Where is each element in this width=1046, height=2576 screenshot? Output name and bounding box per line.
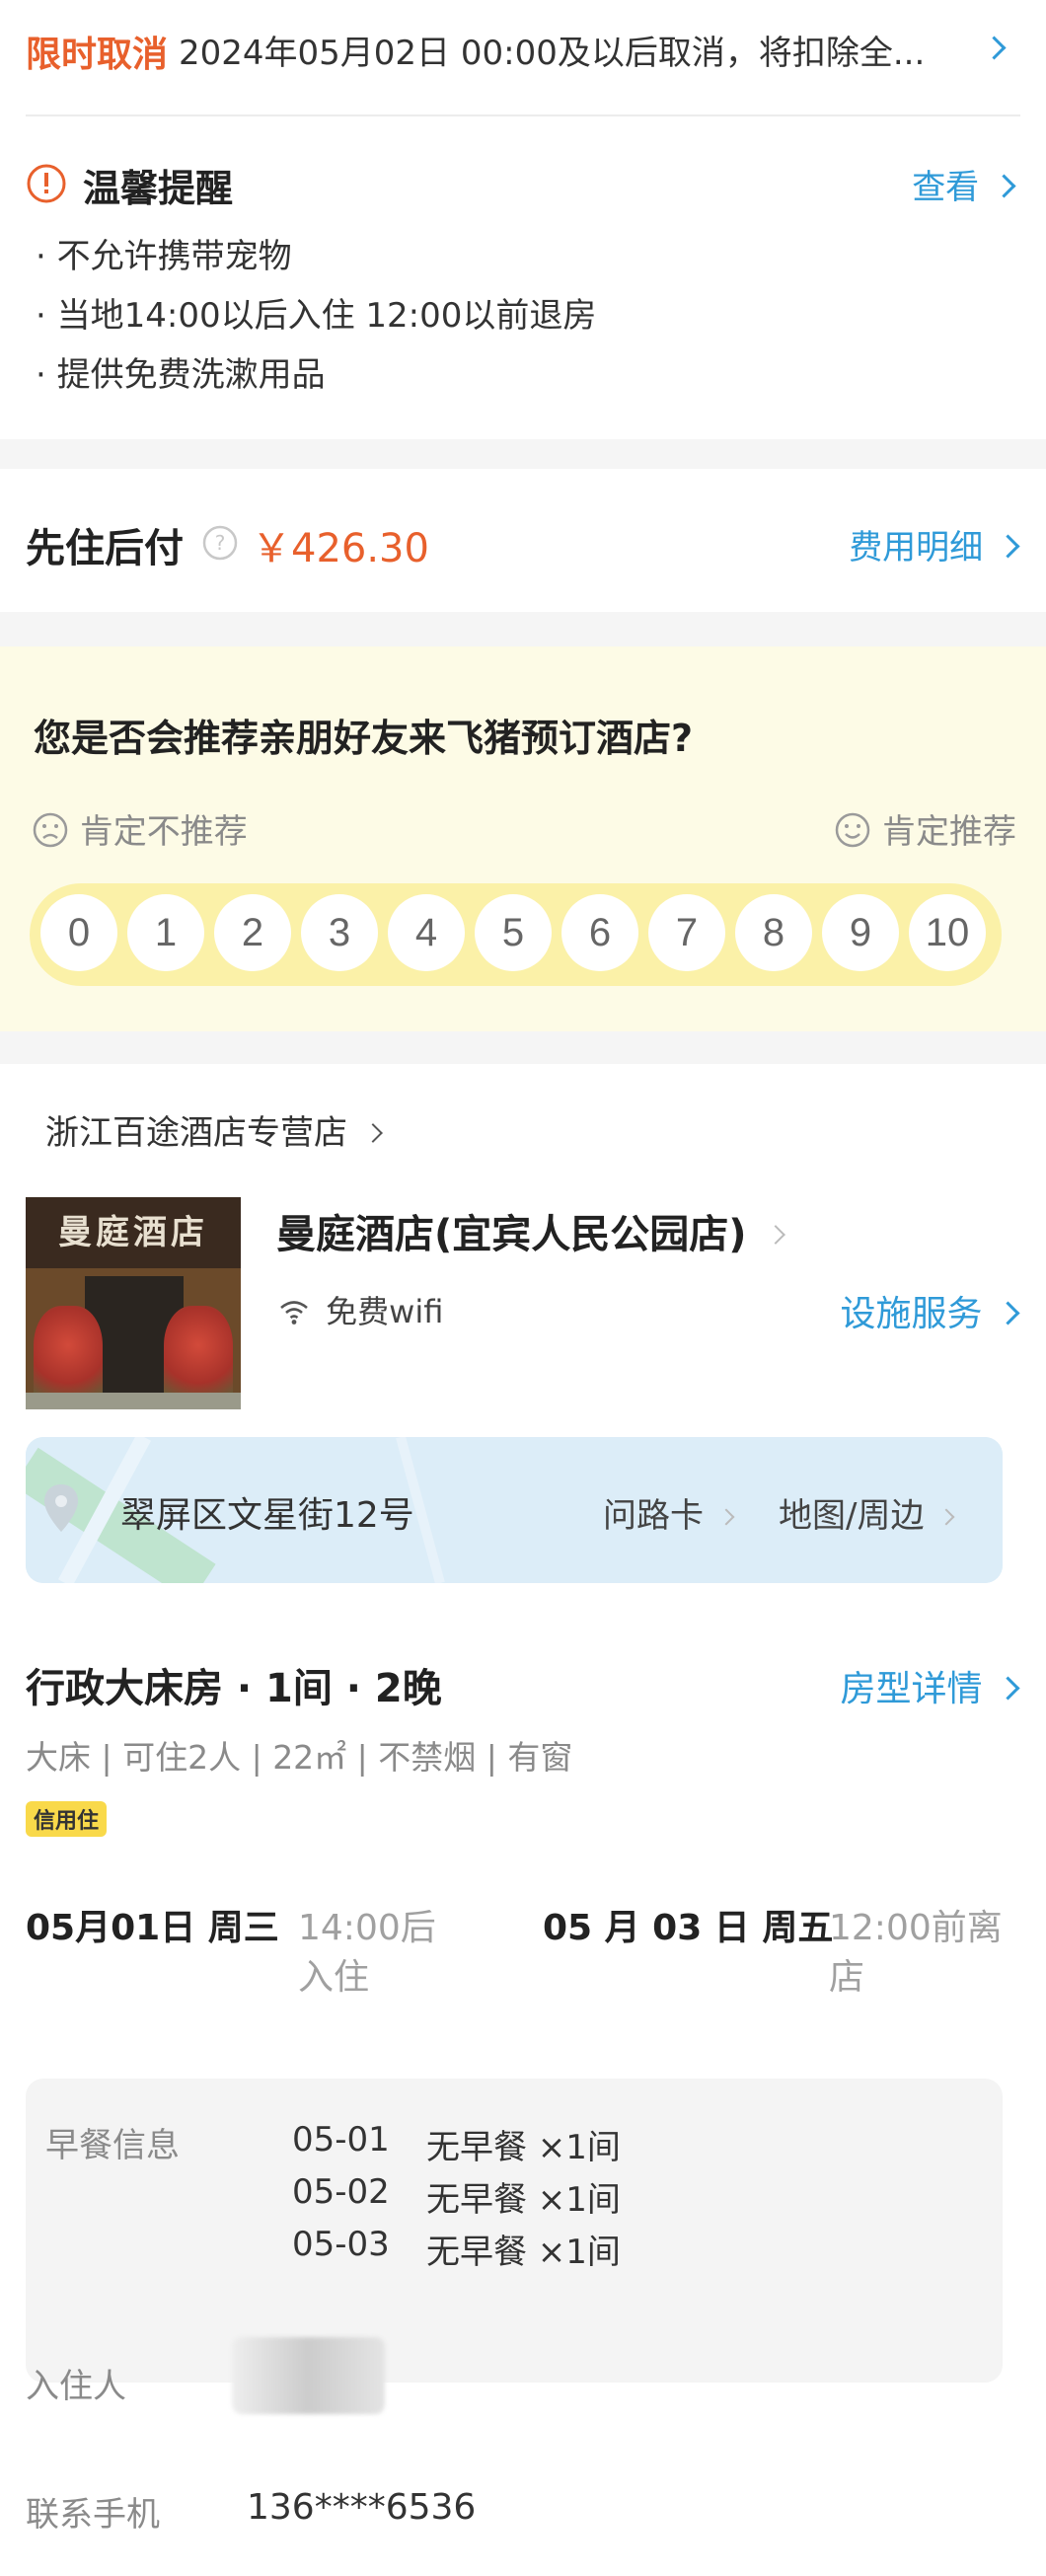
- wifi-amenity: 免费wifi: [278, 1287, 443, 1332]
- fee-detail-label: 费用明细: [849, 528, 984, 568]
- breakfast-date: 05-01: [292, 2120, 390, 2159]
- pavement: [26, 1393, 241, 1409]
- wifi-text: 免费wifi: [326, 1293, 444, 1330]
- chevron-right-icon: [982, 36, 1007, 60]
- payment-label: 先住后付: [26, 526, 184, 571]
- breakfast-date: 05-02: [292, 2172, 390, 2212]
- score-option-2[interactable]: 2: [214, 894, 291, 971]
- room-title: 行政大床房 · 1间 · 2晚: [26, 1666, 442, 1711]
- score-option-10[interactable]: 10: [909, 894, 986, 971]
- recommend-survey: 您是否会推荐亲朋好友来飞猪预订酒店? 肯定不推荐 肯定推荐 0 1 2 3 4 …: [0, 646, 1046, 1031]
- map-nearby-link[interactable]: 地图/周边: [779, 1488, 955, 1537]
- svg-text:?: ?: [215, 531, 226, 555]
- notice-view-link[interactable]: 查看: [912, 160, 1016, 208]
- facilities-label: 设施服务: [840, 1294, 983, 1334]
- chevron-right-icon: [992, 174, 1016, 198]
- breakfast-desc: 无早餐 ×1间: [426, 2180, 621, 2220]
- notice-item: · 当地14:00以后入住 12:00以前退房: [36, 296, 597, 336]
- hotel-order-section: 浙江百途酒店专营店 曼庭酒店 曼庭酒店(宜宾人民公园店) 免费wifi 设施服务: [0, 1064, 1046, 2576]
- notice-title: 温馨提醒: [83, 167, 234, 210]
- notice-item: · 不允许携带宠物: [36, 237, 292, 276]
- breakfast-label: 早餐信息: [45, 2126, 180, 2165]
- checkout-label: 店: [829, 1957, 865, 1998]
- hotel-name: 曼庭酒店(宜宾人民公园店): [276, 1212, 747, 1257]
- chevron-right-icon: [996, 1301, 1020, 1326]
- divider: [26, 114, 1020, 116]
- survey-low-label: 肯定不推荐: [32, 804, 248, 853]
- score-option-6[interactable]: 6: [561, 894, 638, 971]
- guest-name-redacted: [232, 2337, 385, 2414]
- direction-card-link[interactable]: 问路卡: [603, 1488, 735, 1537]
- breakfast-desc: 无早餐 ×1间: [426, 2233, 621, 2272]
- help-icon[interactable]: ?: [201, 524, 239, 562]
- survey-question: 您是否会推荐亲朋好友来飞猪预订酒店?: [34, 717, 694, 760]
- room-detail-link[interactable]: 房型详情: [840, 1660, 1020, 1711]
- score-option-0[interactable]: 0: [40, 894, 117, 971]
- hotel-address: 翠屏区文星街12号: [120, 1495, 414, 1536]
- chevron-right-icon: [362, 1123, 383, 1143]
- facilities-link[interactable]: 设施服务: [840, 1285, 1020, 1336]
- cancel-tag: 限时取消: [26, 35, 169, 75]
- notice-header: 温馨提醒 查看: [26, 158, 1016, 213]
- checkout-date: 05 月 03 日 周五: [543, 1908, 834, 1948]
- address-map-card[interactable]: 翠屏区文星街12号 问路卡 地图/周边: [26, 1437, 1003, 1583]
- map-nearby-label: 地图/周边: [779, 1496, 925, 1536]
- contact-phone: 136****6536: [247, 2487, 477, 2528]
- checkin-date: 05月01日 周三: [26, 1908, 279, 1948]
- payment-section: 先住后付 ? ￥426.30 费用明细: [0, 469, 1046, 612]
- guest-label: 入住人: [26, 2367, 126, 2406]
- chevron-right-icon: [996, 1676, 1020, 1701]
- score-option-7[interactable]: 7: [648, 894, 725, 971]
- breakfast-desc: 无早餐 ×1间: [426, 2128, 621, 2167]
- notice-item: · 提供免费洗漱用品: [36, 355, 326, 395]
- cancel-text: 2024年05月02日 00:00及以后取消，将扣除全...: [179, 34, 926, 73]
- fee-detail-link[interactable]: 费用明细: [849, 520, 1020, 568]
- payment-price: ￥426.30: [252, 526, 429, 571]
- score-option-9[interactable]: 9: [822, 894, 899, 971]
- score-option-8[interactable]: 8: [735, 894, 812, 971]
- shop-name: 浙江百途酒店专营店: [45, 1113, 347, 1153]
- hotel-sign: 曼庭酒店: [26, 1197, 241, 1268]
- hotel-name-link[interactable]: 曼庭酒店(宜宾人民公园店): [276, 1202, 785, 1259]
- direction-card-label: 问路卡: [603, 1496, 704, 1536]
- chevron-right-icon: [765, 1225, 785, 1245]
- chevron-right-icon: [717, 1508, 735, 1526]
- breakfast-info-card: 早餐信息 05-01 无早餐 ×1间 05-02 无早餐 ×1间 05-03 无…: [26, 2079, 1003, 2383]
- policy-section: 限时取消 2024年05月02日 00:00及以后取消，将扣除全... 温馨提醒…: [0, 0, 1046, 439]
- checkin-time: 14:00后: [298, 1908, 436, 1948]
- hotel-sign-text: 曼庭酒店: [58, 1213, 208, 1252]
- score-scale: 0 1 2 3 4 5 6 7 8 9 10: [30, 883, 1002, 986]
- credit-stay-tag: 信用住: [26, 1801, 108, 1837]
- score-option-3[interactable]: 3: [301, 894, 378, 971]
- smile-face-icon: [835, 812, 870, 848]
- location-pin-icon: [44, 1484, 78, 1532]
- hotel-photo[interactable]: 曼庭酒店: [26, 1197, 241, 1409]
- checkin-label: 入住: [298, 1957, 370, 1998]
- survey-high-text: 肯定推荐: [882, 812, 1016, 852]
- survey-low-text: 肯定不推荐: [79, 812, 248, 852]
- room-specs: 大床 | 可住2人 | 22㎡ | 不禁烟 | 有窗: [26, 1738, 573, 1777]
- flower-basket: [34, 1306, 103, 1404]
- wifi-icon: [280, 1301, 308, 1325]
- breakfast-date: 05-03: [292, 2225, 390, 2264]
- score-option-1[interactable]: 1: [127, 894, 204, 971]
- score-option-4[interactable]: 4: [388, 894, 465, 971]
- chevron-right-icon: [996, 534, 1020, 559]
- shop-link[interactable]: 浙江百途酒店专营店: [45, 1105, 383, 1154]
- checkout-time: 12:00前离: [829, 1908, 1003, 1948]
- info-icon: [27, 164, 66, 203]
- room-detail-label: 房型详情: [840, 1669, 983, 1709]
- notice-view-label: 查看: [912, 168, 980, 207]
- survey-high-label: 肯定推荐: [834, 804, 1016, 853]
- score-option-5[interactable]: 5: [475, 894, 552, 971]
- sad-face-icon: [33, 812, 68, 848]
- flower-basket: [164, 1306, 233, 1404]
- cancel-policy-row[interactable]: 限时取消 2024年05月02日 00:00及以后取消，将扣除全...: [26, 22, 1012, 77]
- chevron-right-icon: [937, 1508, 955, 1526]
- contact-label: 联系手机: [26, 2495, 160, 2535]
